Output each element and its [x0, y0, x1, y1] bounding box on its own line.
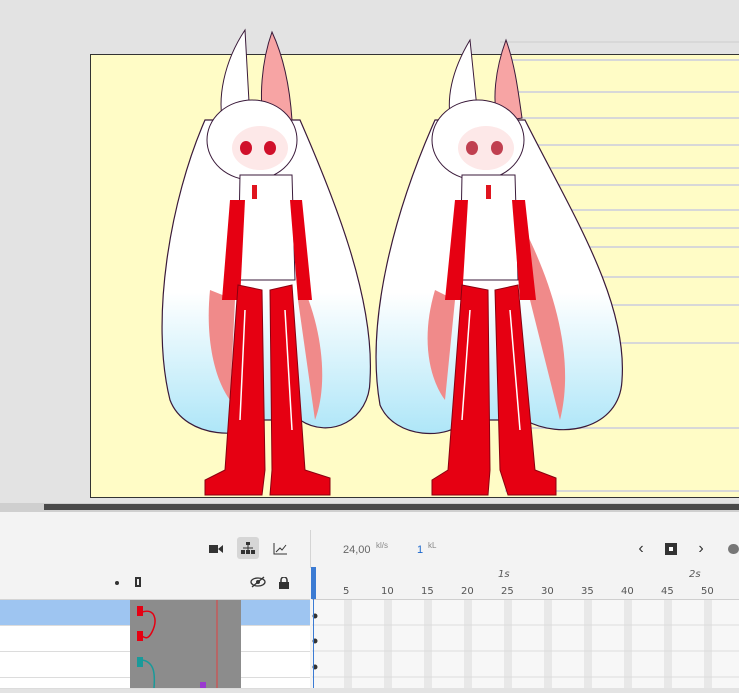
time-marker: 1s: [498, 569, 510, 580]
toolbar-divider: [310, 530, 311, 567]
prev-frame-icon[interactable]: ‹: [630, 538, 652, 560]
playhead[interactable]: [313, 567, 314, 688]
layer-header: [0, 567, 310, 600]
dot-icon[interactable]: [115, 581, 119, 585]
frame-grid[interactable]: [312, 600, 739, 688]
ruler-tick: 5: [343, 586, 350, 597]
frame-unit: kL: [428, 541, 437, 550]
layer-thumbnail-strip: [130, 600, 241, 689]
camera-icon[interactable]: [205, 538, 227, 560]
ruler-tick: 30: [541, 586, 554, 597]
character-right: [375, 38, 624, 496]
scrollbar-thumb[interactable]: [44, 504, 739, 510]
layer-hierarchy-icon[interactable]: [237, 537, 259, 559]
fps-value[interactable]: 24,00: [343, 544, 371, 556]
fps-unit: kl/s: [376, 541, 388, 550]
character-artwork[interactable]: [0, 0, 739, 503]
ruler-tick: 35: [581, 586, 594, 597]
ruler-tick: 10: [381, 586, 394, 597]
timeline-ruler[interactable]: 1s 2s 5 10 15 20 25 30 35 40 45 50: [312, 567, 739, 600]
visibility-icon[interactable]: [250, 576, 266, 591]
timeline-toolbar: 24,00 kl/s 1 kL ‹ ›: [0, 530, 739, 568]
ruler-tick: 45: [661, 586, 674, 597]
current-frame[interactable]: 1: [417, 544, 423, 556]
ruler-tick: 40: [621, 586, 634, 597]
ruler-tick: 15: [421, 586, 434, 597]
time-marker: 2s: [689, 569, 701, 580]
ruler-tick: 50: [701, 586, 714, 597]
graph-icon[interactable]: [269, 538, 291, 560]
outline-icon[interactable]: [135, 577, 141, 587]
ruler-tick: 25: [501, 586, 514, 597]
character-left: [161, 28, 372, 496]
lock-icon[interactable]: [279, 576, 289, 594]
keyframe-icon[interactable]: [660, 538, 682, 560]
next-frame-icon[interactable]: ›: [690, 538, 712, 560]
ruler-tick: 20: [461, 586, 474, 597]
onion-skin-icon[interactable]: [728, 544, 739, 554]
